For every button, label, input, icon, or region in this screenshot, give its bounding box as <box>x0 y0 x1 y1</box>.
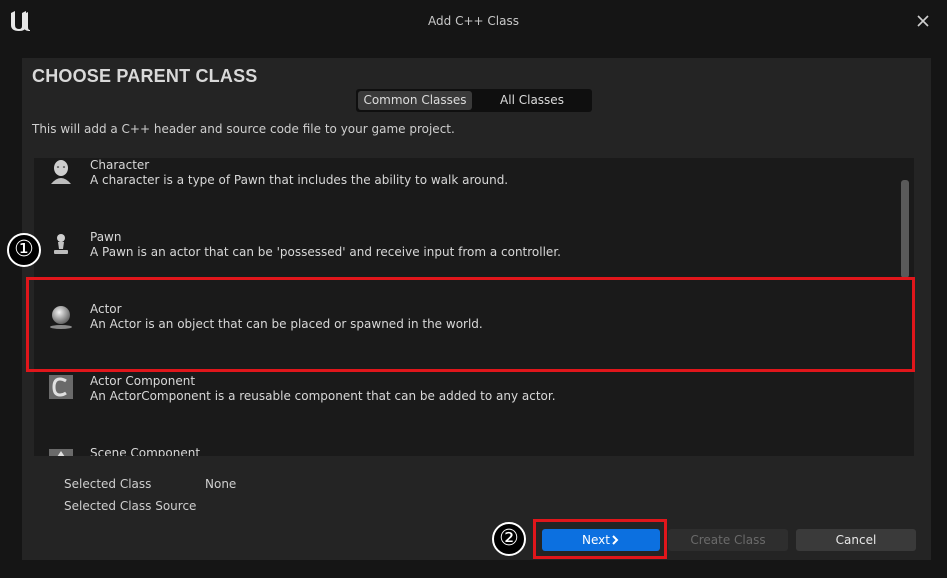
step-2-badge: ② <box>492 522 526 556</box>
actor-component-icon <box>49 375 73 399</box>
tab-all-classes[interactable]: All Classes <box>474 91 590 110</box>
list-item-character[interactable]: Character A character is a type of Pawn … <box>34 158 914 224</box>
item-name: Pawn <box>90 230 122 244</box>
character-icon <box>51 160 71 184</box>
list-item-actor-component[interactable]: Actor Component An ActorComponent is a r… <box>34 368 914 440</box>
selected-class-source-label: Selected Class Source <box>64 499 197 513</box>
actor-highlight-box <box>26 277 915 372</box>
list-item-scene-component[interactable]: Scene Component <box>34 440 914 456</box>
cancel-button[interactable]: Cancel <box>796 529 916 551</box>
item-description: An ActorComponent is a reusable componen… <box>90 389 556 403</box>
list-scrollbar[interactable] <box>901 180 909 278</box>
item-name: Actor Component <box>90 374 196 388</box>
next-highlight-box <box>533 519 667 559</box>
item-name: Character <box>90 158 150 172</box>
item-name: Scene Component <box>90 446 201 456</box>
create-class-button[interactable]: Create Class <box>668 529 788 551</box>
close-icon[interactable] <box>912 10 934 32</box>
item-description: A character is a type of Pawn that inclu… <box>90 173 509 187</box>
tab-common-classes[interactable]: Common Classes <box>358 91 472 110</box>
title-bar: Add C++ Class <box>0 0 947 44</box>
dialog-description: This will add a C++ header and source co… <box>32 122 455 136</box>
class-tabs: Common Classes All Classes <box>356 89 592 112</box>
selected-class-label: Selected Class <box>64 477 152 491</box>
step-1-badge: ① <box>7 233 41 267</box>
item-description: A Pawn is an actor that can be 'possesse… <box>90 245 561 259</box>
window-title: Add C++ Class <box>428 14 519 28</box>
scene-component-icon <box>49 449 73 456</box>
selected-class-value: None <box>205 477 237 491</box>
page-title: CHOOSE PARENT CLASS <box>32 66 258 86</box>
pawn-icon <box>54 234 68 254</box>
